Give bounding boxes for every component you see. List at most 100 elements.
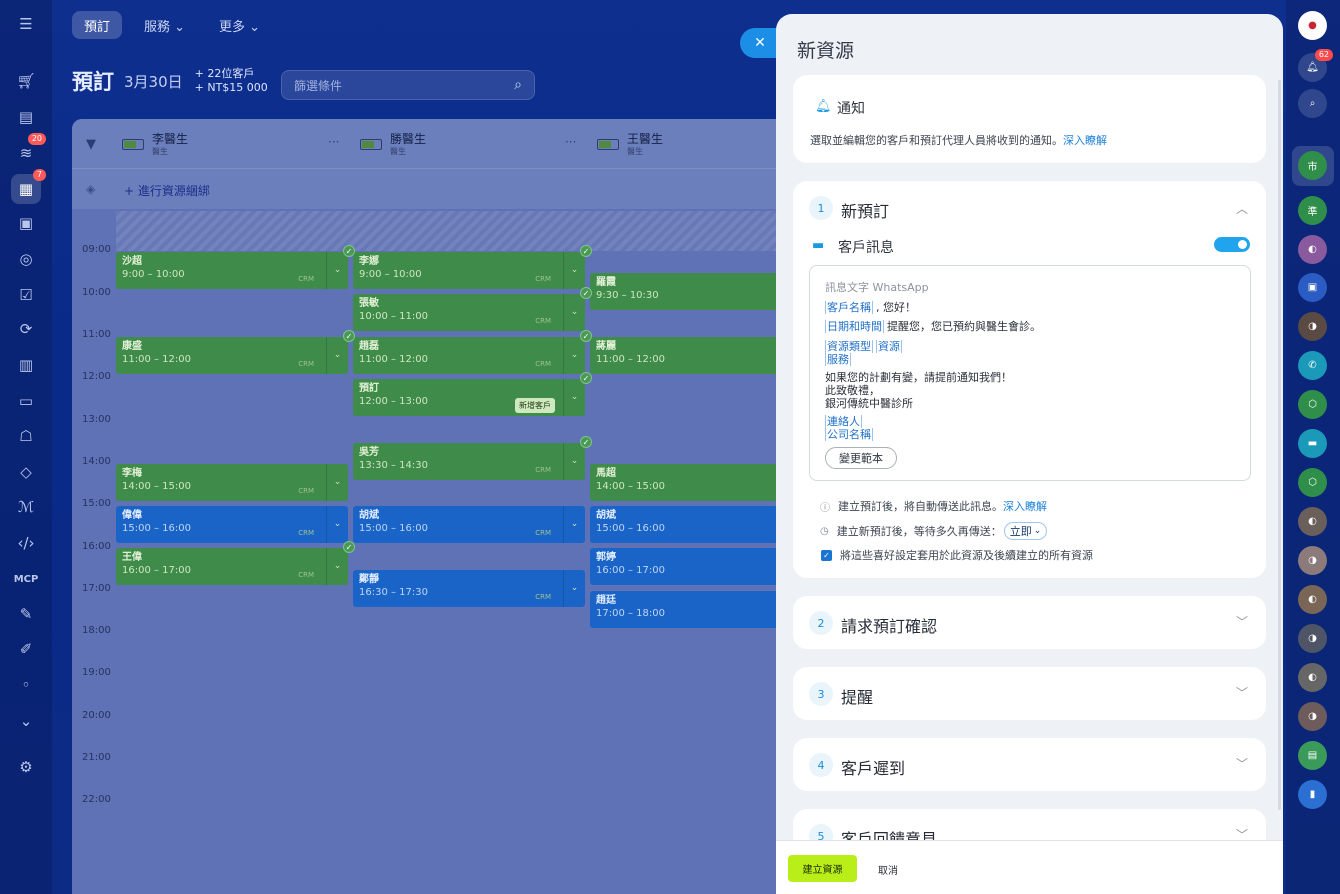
add-binding-link[interactable]: + 進行資源綑綁 <box>124 182 210 199</box>
chevron-down-icon[interactable]: ﹀ <box>1236 826 1248 840</box>
target-icon[interactable]: ◎ <box>11 244 41 274</box>
gear-icon[interactable]: ⚙ <box>11 752 41 782</box>
nav-booking[interactable]: 預訂 <box>72 11 123 39</box>
funnel-icon[interactable]: ≋ 20 <box>11 133 46 168</box>
automation-icon[interactable]: ⟳ <box>11 314 41 344</box>
mcp-icon[interactable]: MCP <box>11 564 41 594</box>
chat-avatar[interactable]: ⬡ <box>1298 390 1327 419</box>
delay-select[interactable]: 立即 ⌄ <box>1003 522 1048 540</box>
search-icon[interactable]: ⌕ <box>514 77 522 93</box>
analytics-icon[interactable]: ▥ <box>11 350 41 380</box>
chat-avatar[interactable]: ◑ <box>1298 312 1327 341</box>
step-card-2[interactable]: 2 請求預訂確認 ﹀ <box>793 596 1266 649</box>
resource-col-1[interactable]: 李醫生 醫生 <box>122 119 188 169</box>
event-dropdown-icon[interactable]: ⌄ <box>563 506 585 543</box>
booking-event[interactable]: 王偉 16:00 – 17:00 CRM ⌄ <box>116 548 348 585</box>
page-date[interactable]: 3月30日 <box>124 71 183 92</box>
close-panel-button[interactable]: ✕ <box>740 28 780 58</box>
booking-event[interactable]: 偉偉 15:00 – 16:00 CRM ⌄ <box>116 506 348 543</box>
var-chip[interactable]: 公司名稱 <box>825 428 873 441</box>
menu-icon[interactable]: ☰ <box>11 9 41 39</box>
learn-more-link[interactable]: 深入瞭解 <box>1063 134 1107 147</box>
create-resource-button[interactable]: 建立資源 <box>788 855 857 882</box>
chat-avatar[interactable]: ◑ <box>1298 624 1327 653</box>
var-chip[interactable]: 服務 <box>825 353 851 366</box>
pen-icon[interactable]: ✐ <box>11 634 41 664</box>
chat-avatar[interactable]: 市 <box>1298 151 1327 180</box>
chevron-down-icon[interactable]: ﹀ <box>1236 684 1248 701</box>
var-chip[interactable]: 資源 <box>876 340 902 353</box>
code-icon[interactable]: ‹/› <box>11 528 41 558</box>
cube-icon[interactable]: ◇ <box>11 457 41 487</box>
chevron-down-icon[interactable]: ⌄ <box>11 706 41 736</box>
event-dropdown-icon[interactable]: ⌄ <box>326 506 348 543</box>
chat-avatar[interactable]: ◐ <box>1298 235 1327 264</box>
client-message-toggle[interactable] <box>1214 237 1250 252</box>
cancel-button[interactable]: 取消 <box>878 862 898 877</box>
message-template-box[interactable]: 訊息文字 WhatsApp 客戶名稱, 您好！ 日期和時間 提醒您，您已預約與醫生… <box>809 265 1251 481</box>
booking-event[interactable]: 胡斌 15:00 – 16:00 <box>590 506 778 543</box>
booking-event[interactable]: 李梅 14:00 – 15:00 CRM ⌄ <box>116 464 348 501</box>
var-chip[interactable]: 日期和時間 <box>825 320 884 333</box>
step-card-4[interactable]: 4 客戶遲到 ﹀ <box>793 738 1266 791</box>
booking-event[interactable]: 預訂 12:00 – 13:00 新增客戶 ⌄ <box>353 379 585 416</box>
booking-event[interactable]: 康盛 11:00 – 12:00 CRM ⌄ <box>116 337 348 374</box>
booking-icon[interactable]: ▦ 7 <box>11 169 46 204</box>
resource-col-2[interactable]: 勝醫生 醫生 <box>360 119 426 169</box>
booking-event[interactable]: 沙超 9:00 – 10:00 CRM ⌄ <box>116 252 348 289</box>
chat-avatar[interactable]: ⬡ <box>1298 468 1327 497</box>
event-dropdown-icon[interactable]: ⌄ <box>326 548 348 585</box>
phone-icon[interactable]: ✆ <box>1298 351 1327 380</box>
chat-avatar[interactable]: ◐ <box>1298 663 1327 692</box>
chat-avatar[interactable]: 準 <box>1298 196 1327 225</box>
booking-event[interactable]: 趙磊 11:00 – 12:00 CRM ⌄ <box>353 337 585 374</box>
filter-input[interactable]: 篩選條件 ⌕ <box>281 70 535 100</box>
document-icon[interactable]: ▤ <box>11 102 41 132</box>
notes-icon[interactable]: ▤ <box>1298 741 1327 770</box>
step-card-3[interactable]: 3 提醒 ﹀ <box>793 667 1266 720</box>
var-chip[interactable]: 連絡人 <box>825 415 862 428</box>
small-dot-icon[interactable]: ◦ <box>11 670 41 700</box>
event-dropdown-icon[interactable]: ⌄ <box>563 379 585 416</box>
cart-icon[interactable]: 🛒︎ <box>11 66 41 96</box>
booking-event[interactable]: 郭婷 16:00 – 17:00 <box>590 548 778 585</box>
store-icon[interactable]: ▣ <box>11 208 41 238</box>
booking-event[interactable]: 羅霞 9:30 – 10:30 <box>590 273 778 310</box>
booking-event[interactable]: 吳芳 13:30 – 14:30 CRM ⌄ <box>353 443 585 480</box>
var-chip[interactable]: 資源類型 <box>825 340 873 353</box>
chat-search-icon[interactable]: ⌕ <box>1298 89 1327 118</box>
event-dropdown-icon[interactable]: ⌄ <box>326 252 348 289</box>
var-chip[interactable]: 客戶名稱 <box>825 301 873 314</box>
event-dropdown-icon[interactable]: ⌄ <box>326 464 348 501</box>
bookmark-icon[interactable]: ▮ <box>1298 780 1327 809</box>
resource-col-3[interactable]: 王醫生 醫生 <box>597 119 663 169</box>
chat-avatar[interactable]: ◑ <box>1298 702 1327 731</box>
robot-icon[interactable]: ☖ <box>11 421 41 451</box>
event-dropdown-icon[interactable]: ⌄ <box>326 337 348 374</box>
event-dropdown-icon[interactable]: ⌄ <box>563 252 585 289</box>
chevron-up-icon[interactable]: ︿ <box>1236 200 1248 217</box>
more-icon[interactable]: ··· <box>328 135 339 149</box>
chat-avatar[interactable]: ◐ <box>1298 507 1327 536</box>
event-dropdown-icon[interactable]: ⌄ <box>563 294 585 331</box>
booking-event[interactable]: 蔣麗 11:00 – 12:00 <box>590 337 778 374</box>
booking-event[interactable]: 張敏 10:00 – 11:00 CRM ⌄ <box>353 294 585 331</box>
chevron-down-icon[interactable]: ﹀ <box>1236 613 1248 630</box>
more-icon[interactable]: ··· <box>565 135 576 149</box>
chevron-down-icon[interactable]: ﹀ <box>1236 755 1248 772</box>
task-icon[interactable]: ☑ <box>11 280 41 310</box>
event-dropdown-icon[interactable]: ⌄ <box>563 570 585 607</box>
market-icon[interactable]: ℳ <box>11 492 41 522</box>
booking-event[interactable]: 趙廷 17:00 – 18:00 <box>590 591 778 628</box>
chat-avatar[interactable]: ◐ <box>1298 585 1327 614</box>
apply-all-checkbox[interactable]: ✓ <box>821 549 832 561</box>
event-dropdown-icon[interactable]: ⌄ <box>563 443 585 480</box>
bell-icon[interactable]: 🔔︎ 62 <box>1298 49 1333 82</box>
sign-document-icon[interactable]: ✎ <box>11 599 41 629</box>
nav-services[interactable]: 服務 ⌄ <box>132 11 197 39</box>
booking-event[interactable]: 馬超 14:00 – 15:00 <box>590 464 778 501</box>
chat-avatar[interactable]: ▣ <box>1298 273 1327 302</box>
change-template-button[interactable]: 變更範本 <box>825 447 897 469</box>
event-dropdown-icon[interactable]: ⌄ <box>563 337 585 374</box>
contact-card-icon[interactable]: ▭ <box>11 386 41 416</box>
